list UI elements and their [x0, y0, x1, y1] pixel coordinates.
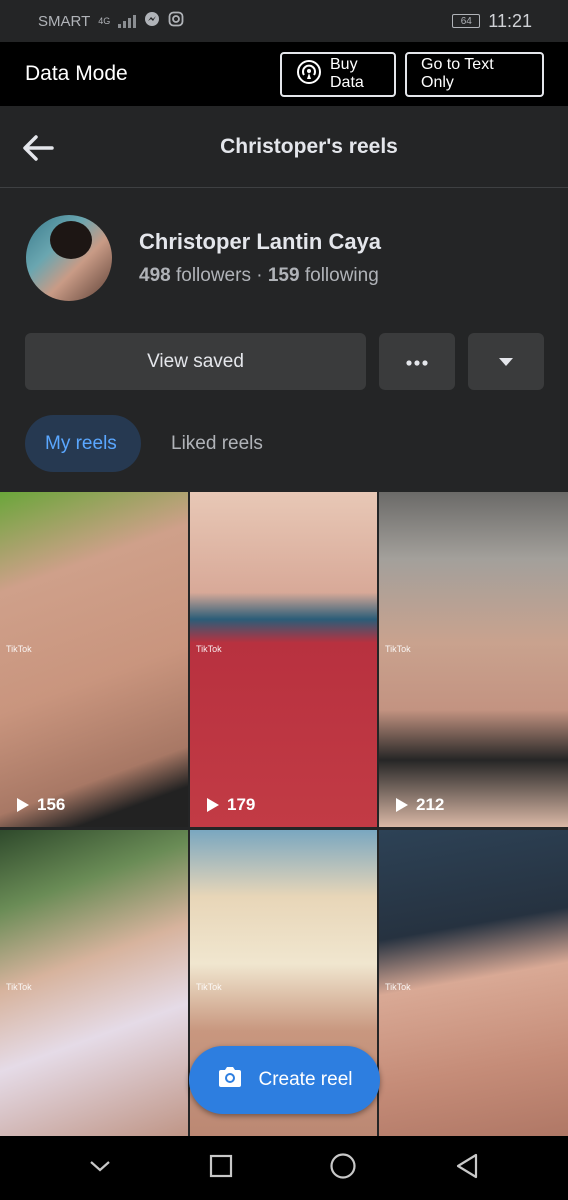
messenger-icon	[144, 11, 160, 31]
create-reel-label: Create reel	[258, 1069, 353, 1090]
network-label: 4G	[98, 16, 111, 26]
page-header: Christoper's reels	[0, 106, 568, 188]
view-count: 179	[207, 795, 255, 815]
view-count-value: 179	[227, 795, 256, 814]
tab-liked-reels[interactable]: Liked reels	[151, 415, 283, 472]
back-triangle-icon[interactable]	[454, 1152, 480, 1185]
home-icon[interactable]	[329, 1152, 357, 1185]
chevron-down-icon[interactable]	[88, 1159, 112, 1178]
view-saved-label: View saved	[147, 350, 244, 372]
tiktok-watermark: TikTok	[196, 644, 222, 654]
camera-icon	[217, 1066, 243, 1094]
reels-tabs: My reels Liked reels	[25, 415, 283, 472]
tiktok-watermark: TikTok	[385, 982, 411, 992]
buy-data-label: Buy Data	[330, 56, 364, 91]
status-bar: SMART 4G 64 11:21	[0, 0, 568, 42]
tiktok-watermark: TikTok	[6, 644, 32, 654]
clock: 11:21	[488, 10, 532, 31]
profile-name[interactable]: Christoper Lantin Caya	[139, 229, 381, 255]
tab-my-reels[interactable]: My reels	[25, 415, 141, 472]
data-mode-bar: Data Mode Buy Data Go to Text Only	[0, 42, 568, 106]
following-label: following	[304, 265, 379, 286]
tiktok-watermark: TikTok	[196, 982, 222, 992]
page-title: Christoper's reels	[220, 134, 398, 158]
reel-thumbnail[interactable]: TikTok 156	[0, 492, 188, 827]
caret-down-icon	[498, 351, 514, 373]
recents-icon[interactable]	[209, 1154, 233, 1183]
stats-separator: ·	[256, 265, 263, 286]
tiktok-watermark: TikTok	[6, 982, 32, 992]
dropdown-button[interactable]	[468, 333, 544, 390]
more-button[interactable]	[379, 333, 455, 390]
avatar[interactable]	[26, 215, 112, 301]
create-reel-button[interactable]: Create reel	[189, 1046, 380, 1114]
play-icon	[396, 798, 408, 812]
arrow-left-icon[interactable]	[20, 130, 56, 166]
play-icon	[207, 798, 219, 812]
profile-stats: 498 followers · 159 following	[139, 265, 381, 287]
battery-icon: 64	[452, 14, 481, 28]
tiktok-watermark: TikTok	[385, 644, 411, 654]
signal-broadcast-icon	[296, 59, 322, 90]
reel-thumbnail[interactable]: TikTok	[379, 830, 568, 1165]
tab-label: Liked reels	[171, 432, 263, 454]
buy-data-button[interactable]: Buy Data	[280, 51, 396, 97]
carrier-label: SMART	[38, 12, 91, 30]
followers-count: 498	[139, 265, 171, 286]
system-nav-bar	[0, 1136, 568, 1200]
view-count: 212	[396, 795, 444, 815]
signal-icon	[118, 14, 137, 28]
tab-label: My reels	[45, 432, 117, 454]
text-only-label: Go to Text Only	[421, 56, 494, 91]
profile-summary: Christoper Lantin Caya 498 followers · 1…	[26, 215, 381, 301]
view-saved-button[interactable]: View saved	[25, 333, 366, 390]
view-count-value: 212	[416, 795, 445, 814]
text-only-button[interactable]: Go to Text Only	[405, 51, 544, 97]
reel-thumbnail[interactable]: TikTok 179	[190, 492, 377, 827]
data-mode-title: Data Mode	[25, 62, 128, 85]
play-icon	[17, 798, 29, 812]
profile-actions: View saved	[25, 333, 544, 390]
instagram-icon	[168, 11, 184, 31]
view-count-value: 156	[37, 795, 66, 814]
reel-thumbnail[interactable]: TikTok	[190, 830, 377, 1165]
reel-thumbnail[interactable]: TikTok 212	[379, 492, 568, 827]
following-count: 159	[267, 265, 300, 286]
reel-thumbnail[interactable]: TikTok	[0, 830, 188, 1165]
view-count: 156	[17, 795, 65, 815]
followers-label: followers	[175, 265, 251, 286]
more-dots-icon	[405, 351, 429, 373]
